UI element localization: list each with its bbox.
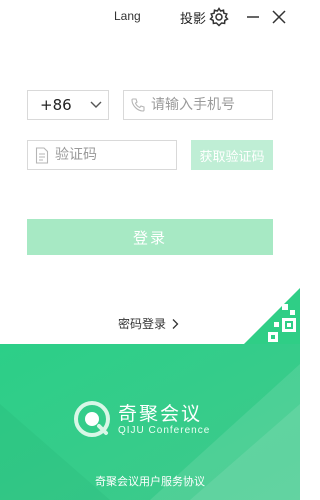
password-login-link[interactable]: 密码登录: [118, 315, 180, 332]
title-bar: Lang 投影: [0, 0, 300, 34]
qr-code-icon[interactable]: [244, 288, 300, 344]
login-button[interactable]: 登录: [27, 219, 273, 255]
country-code-select[interactable]: +86: [27, 90, 109, 120]
chevron-down-icon: [88, 96, 104, 112]
get-code-button[interactable]: 获取验证码: [191, 140, 273, 170]
user-agreement-link[interactable]: 奇聚会议用户服务协议: [0, 473, 300, 489]
phone-input[interactable]: [151, 95, 269, 115]
close-icon[interactable]: [268, 6, 290, 28]
cast-button[interactable]: 投影: [180, 8, 206, 27]
chevron-right-icon: [172, 318, 179, 329]
language-button[interactable]: Lang: [114, 9, 141, 23]
phone-icon: [130, 97, 146, 113]
brand-name: 奇聚会议: [118, 403, 203, 425]
phone-field[interactable]: [123, 90, 273, 120]
code-field[interactable]: [27, 140, 177, 170]
document-icon: [35, 147, 49, 164]
code-input[interactable]: [55, 145, 173, 165]
gear-icon[interactable]: [208, 6, 230, 28]
minimize-icon[interactable]: [242, 6, 264, 28]
password-login-label: 密码登录: [118, 317, 167, 331]
brand-subtitle: QIJU Conference: [118, 425, 211, 436]
country-code-value: +86: [40, 96, 72, 114]
brand-logo: [73, 400, 111, 438]
